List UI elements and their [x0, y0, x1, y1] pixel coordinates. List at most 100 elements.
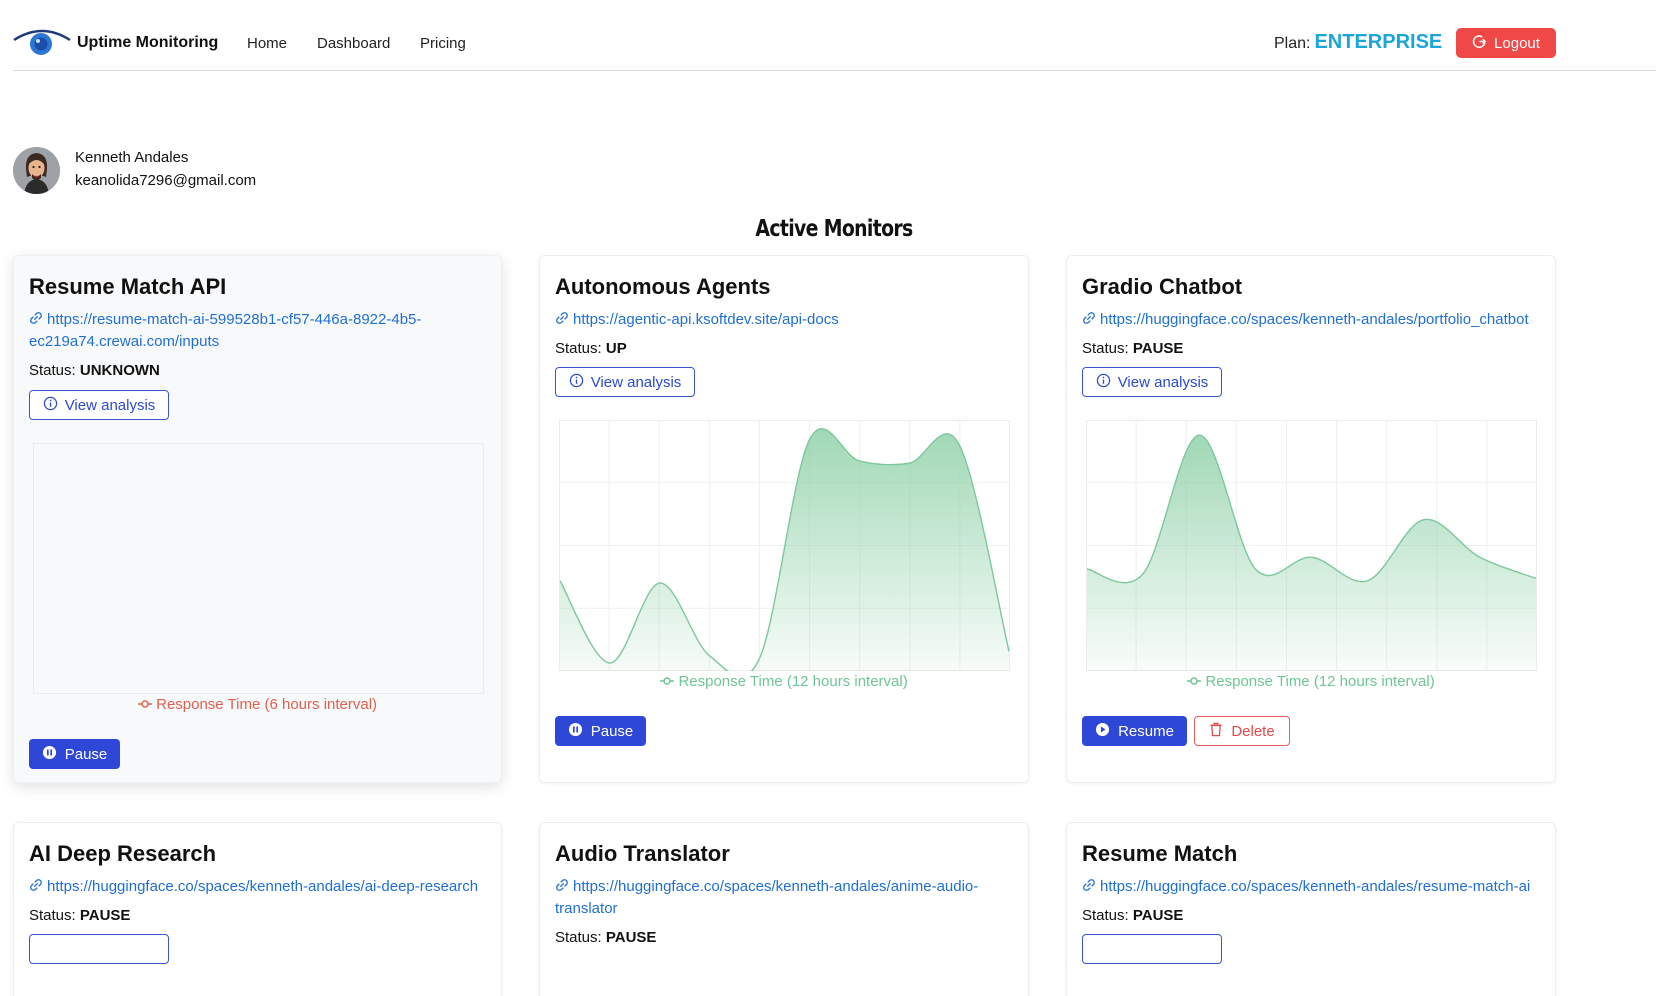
- link-icon: [1082, 310, 1096, 324]
- logout-label: Logout: [1494, 34, 1540, 52]
- monitor-title: Audio Translator: [555, 841, 730, 866]
- monitor-url-line: https://huggingface.co/spaces/kenneth-an…: [573, 878, 979, 895]
- response-time-chart: [1086, 420, 1537, 671]
- status-label: Status:: [29, 362, 76, 379]
- logout-icon: [1472, 34, 1487, 53]
- nav-home-link[interactable]: Home: [247, 35, 287, 52]
- chart-plot: [33, 443, 484, 694]
- monitor-title: Gradio Chatbot: [1082, 274, 1243, 299]
- nav-dashboard-link[interactable]: Dashboard: [317, 35, 390, 52]
- brand-name: Uptime Monitoring: [77, 34, 219, 51]
- logout-button[interactable]: Logout: [1456, 28, 1556, 58]
- monitor-card: Resume Match API https://resume-match-ai…: [13, 255, 502, 783]
- plan-value: ENTERPRISE: [1314, 31, 1443, 53]
- pause-button[interactable]: Pause: [555, 716, 646, 746]
- resume-button[interactable]: Resume: [1082, 716, 1187, 746]
- trash-icon: [1209, 722, 1223, 741]
- monitor-url-line: translator: [555, 900, 618, 917]
- monitor-url-link[interactable]: https://huggingface.co/spaces/kenneth-an…: [1082, 876, 1530, 898]
- monitor-url-link[interactable]: https://huggingface.co/spaces/kenneth-an…: [29, 876, 478, 898]
- legend-marker-icon: [1187, 673, 1202, 690]
- pause-icon: [568, 722, 583, 741]
- status-label: Status:: [1082, 907, 1129, 924]
- plan-label: Plan:: [1274, 35, 1311, 52]
- monitor-status: Status: PAUSE: [555, 929, 656, 946]
- monitor-status: Status: UNKNOWN: [29, 362, 160, 379]
- status-value: PAUSE: [605, 929, 657, 946]
- status-label: Status:: [555, 340, 602, 357]
- chart-frame: [33, 443, 484, 694]
- status-label: Status:: [1082, 340, 1129, 357]
- monitor-title: Resume Match API: [29, 274, 227, 299]
- pause-button[interactable]: Pause: [29, 739, 120, 769]
- monitor-url-line: https://huggingface.co/spaces/kenneth-an…: [1100, 878, 1531, 895]
- monitor-status: Status: PAUSE: [1082, 340, 1183, 357]
- monitor-card: Resume Match https://huggingface.co/spac…: [1066, 822, 1556, 996]
- plan-indicator: Plan: ENTERPRISE: [1274, 31, 1442, 54]
- monitor-card: Gradio Chatbot https://huggingface.co/sp…: [1066, 255, 1556, 783]
- legend-marker-icon: [660, 673, 675, 690]
- section-title: Active Monitors: [755, 216, 913, 242]
- delete-label: Delete: [1231, 722, 1275, 740]
- view-analysis-label: View analysis: [64, 396, 156, 414]
- delete-button[interactable]: Delete: [1194, 716, 1290, 746]
- legend-marker-icon: [137, 696, 152, 713]
- response-time-chart: [33, 443, 484, 694]
- user-name: Kenneth Andales: [75, 149, 189, 166]
- link-icon: [1082, 877, 1096, 891]
- resume-label: Resume: [1118, 722, 1174, 740]
- chart-plot: [1086, 420, 1537, 671]
- monitor-status: Status: PAUSE: [1082, 907, 1183, 924]
- monitor-url-line: https://huggingface.co/spaces/kenneth-an…: [47, 878, 479, 895]
- link-icon: [29, 877, 43, 891]
- monitor-card: AI Deep Research https://huggingface.co/…: [13, 822, 502, 996]
- view-analysis-label: View analysis: [1117, 373, 1209, 391]
- monitor-url-line: https://resume-match-ai-599528b1-cf57-44…: [47, 311, 422, 328]
- monitor-url-link[interactable]: https://agentic-api.ksoftdev.site/api-do…: [555, 309, 839, 331]
- series-area: [1087, 435, 1536, 671]
- monitor-title: AI Deep Research: [29, 841, 217, 866]
- status-value: PAUSE: [1132, 907, 1184, 924]
- monitor-url-line: https://agentic-api.ksoftdev.site/api-do…: [573, 311, 839, 328]
- view-analysis-button[interactable]: View analysis: [1082, 367, 1222, 397]
- legend-label: Response Time (12 hours interval): [678, 673, 908, 690]
- info-icon: [569, 373, 584, 392]
- legend-label: Response Time (6 hours interval): [156, 696, 378, 713]
- view-analysis-button[interactable]: [29, 934, 169, 964]
- view-analysis-button[interactable]: [1082, 934, 1222, 964]
- status-value: PAUSE: [79, 907, 131, 924]
- view-analysis-label: View analysis: [590, 373, 682, 391]
- chart-legend: Response Time (6 hours interval): [14, 696, 501, 713]
- eye-logo-icon: [13, 28, 71, 58]
- link-icon: [555, 310, 569, 324]
- monitor-url-link[interactable]: https://resume-match-ai-599528b1-cf57-44…: [29, 309, 421, 353]
- response-time-chart: [559, 420, 1010, 678]
- monitor-status: Status: UP: [555, 340, 627, 357]
- view-analysis-button[interactable]: View analysis: [555, 367, 695, 397]
- link-icon: [555, 877, 569, 891]
- monitor-title: Autonomous Agents: [555, 274, 771, 299]
- pause-label: Pause: [590, 722, 634, 740]
- user-email: keanolida7296@gmail.com: [75, 172, 257, 189]
- monitor-title: Resume Match: [1082, 841, 1238, 866]
- monitor-card: Audio Translator https://huggingface.co/…: [539, 822, 1029, 996]
- status-label: Status:: [29, 907, 76, 924]
- nav-pricing-link[interactable]: Pricing: [420, 35, 466, 52]
- monitor-card: Autonomous Agents https://agentic-api.ks…: [539, 255, 1029, 783]
- monitor-url-link[interactable]: https://huggingface.co/spaces/kenneth-an…: [1082, 309, 1529, 331]
- top-nav: Uptime Monitoring Home Dashboard Pricing…: [13, 0, 1656, 71]
- status-label: Status:: [555, 929, 602, 946]
- chart-legend: Response Time (12 hours interval): [1067, 673, 1555, 690]
- monitor-status: Status: PAUSE: [29, 907, 130, 924]
- status-value: UNKNOWN: [79, 362, 160, 379]
- chart-plot: [559, 420, 1010, 678]
- monitor-url-link[interactable]: https://huggingface.co/spaces/kenneth-an…: [555, 876, 978, 920]
- view-analysis-button[interactable]: View analysis: [29, 390, 169, 420]
- legend-label: Response Time (12 hours interval): [1205, 673, 1435, 690]
- chart-legend: Response Time (12 hours interval): [540, 673, 1028, 690]
- info-icon: [43, 396, 58, 415]
- brand[interactable]: Uptime Monitoring: [13, 28, 218, 58]
- status-value: UP: [605, 340, 627, 357]
- play-icon: [1095, 722, 1110, 741]
- link-icon: [29, 310, 43, 324]
